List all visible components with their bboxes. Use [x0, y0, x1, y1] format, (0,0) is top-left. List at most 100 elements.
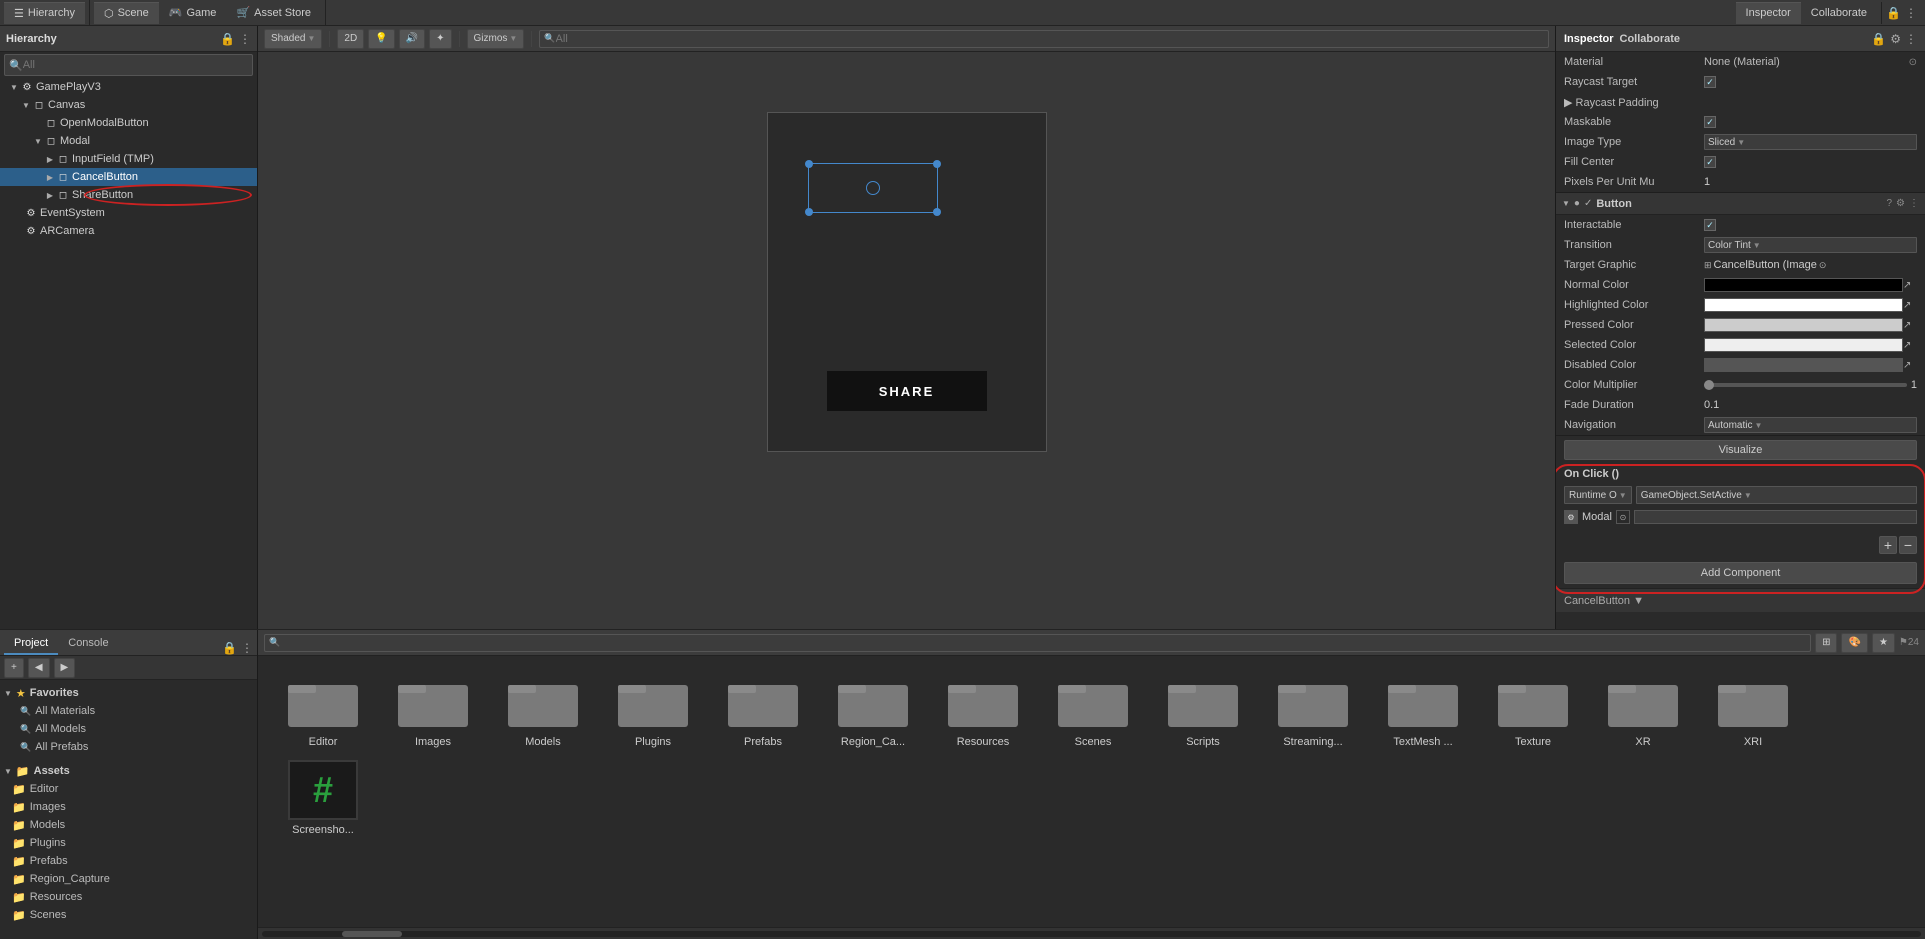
scene-search-input[interactable]	[556, 33, 1544, 45]
tree-item-openmodal[interactable]: ◻ OpenModalButton	[0, 114, 257, 132]
inspector-more[interactable]: ⋮	[1905, 32, 1917, 46]
fav-all-models[interactable]: 🔍 All Models	[0, 720, 257, 738]
fav-all-prefabs[interactable]: 🔍 All Prefabs	[0, 738, 257, 756]
hierarchy-search-bar[interactable]: 🔍	[4, 54, 253, 76]
favorites-header[interactable]: ▼ ★ Favorites	[0, 684, 257, 702]
handle-br[interactable]	[933, 208, 941, 216]
fill-center-checkbox[interactable]: ✓	[1704, 156, 1716, 168]
assets-prefabs[interactable]: 📁 Prefabs	[8, 852, 257, 870]
add-onclick-button[interactable]: +	[1879, 536, 1897, 554]
modal-target-dot[interactable]: ⊙	[1616, 510, 1630, 524]
tree-item-eventsystem[interactable]: ⚙ EventSystem	[0, 204, 257, 222]
collaborate-tab-label2[interactable]: Collaborate	[1620, 33, 1681, 45]
material-target-icon[interactable]: ⊙	[1909, 57, 1917, 68]
scene-viewport[interactable]: SHARE	[258, 52, 1555, 629]
highlighted-color-swatch[interactable]	[1704, 298, 1903, 312]
effects-button[interactable]: ✦	[429, 29, 451, 49]
bottom-lock[interactable]: 🔒	[222, 641, 237, 655]
handle-bl[interactable]	[805, 208, 813, 216]
gizmos-dropdown[interactable]: Gizmos ▼	[467, 29, 525, 49]
tab-collaborate[interactable]: Collaborate	[1801, 2, 1877, 24]
function-dropdown[interactable]: GameObject.SetActive ▼	[1636, 486, 1917, 504]
nav-back[interactable]: ◀	[28, 658, 50, 678]
pressed-color-swatch[interactable]	[1704, 318, 1903, 332]
boolean-field[interactable]	[1634, 510, 1917, 524]
handle-tr[interactable]	[933, 160, 941, 168]
scene-search[interactable]: 🔍	[539, 30, 1549, 48]
raycast-target-checkbox[interactable]: ✓	[1704, 76, 1716, 88]
more-options-button[interactable]: ⋮	[1905, 6, 1917, 20]
hierarchy-lock-button[interactable]: 🔒	[220, 32, 235, 46]
scrollbar-thumb[interactable]	[342, 931, 402, 937]
color-multiplier-thumb[interactable]	[1704, 380, 1714, 390]
asset-resources[interactable]: Resources	[928, 666, 1038, 754]
asset-filter1[interactable]: ⊞	[1815, 633, 1837, 653]
interactable-checkbox[interactable]: ✓	[1704, 219, 1716, 231]
tab-game[interactable]: 🎮 Game	[159, 2, 227, 24]
asset-xri[interactable]: XRI	[1698, 666, 1808, 754]
asset-plugins[interactable]: Plugins	[598, 666, 708, 754]
lights-button[interactable]: 💡	[368, 29, 394, 49]
asset-scenes[interactable]: Scenes	[1038, 666, 1148, 754]
target-graphic-dot[interactable]: ⊙	[1819, 260, 1827, 271]
add-component-button[interactable]: Add Component	[1564, 562, 1917, 584]
color-multiplier-slider[interactable]	[1704, 383, 1907, 387]
bottom-more[interactable]: ⋮	[241, 641, 253, 655]
asset-editor[interactable]: Editor	[268, 666, 378, 754]
2d-button[interactable]: 2D	[337, 29, 364, 49]
assets-plugins[interactable]: 📁 Plugins	[8, 834, 257, 852]
shaded-dropdown[interactable]: Shaded ▼	[264, 29, 322, 49]
asset-textmesh[interactable]: TextMesh ...	[1368, 666, 1478, 754]
console-tab[interactable]: Console	[58, 633, 118, 655]
remove-onclick-button[interactable]: −	[1899, 536, 1917, 554]
maskable-checkbox[interactable]: ✓	[1704, 116, 1716, 128]
add-asset-button[interactable]: +	[4, 658, 24, 678]
tree-item-cancelbutton[interactable]: ▶ ◻ CancelButton	[0, 168, 257, 186]
tree-item-inputfield[interactable]: ▶ ◻ InputField (TMP)	[0, 150, 257, 168]
hierarchy-more-button[interactable]: ⋮	[239, 32, 251, 46]
asset-texture[interactable]: Texture	[1478, 666, 1588, 754]
visualize-button[interactable]: Visualize	[1564, 440, 1917, 460]
nav-forward[interactable]: ▶	[54, 658, 76, 678]
image-type-dropdown[interactable]: Sliced ▼	[1704, 134, 1917, 150]
asset-models[interactable]: Models	[488, 666, 598, 754]
lock-button[interactable]: 🔒	[1886, 6, 1901, 20]
tab-asset-store[interactable]: 🛒 Asset Store	[226, 2, 321, 24]
asset-search-input[interactable]	[280, 637, 1806, 649]
inspector-tab-label[interactable]: Inspector	[1564, 33, 1614, 45]
tab-scene[interactable]: ⬡ Scene	[94, 2, 159, 24]
tree-item-modal[interactable]: ▼ ◻ Modal	[0, 132, 257, 150]
selected-color-expand[interactable]: ↗	[1903, 338, 1917, 352]
asset-region-ca[interactable]: Region_Ca...	[818, 666, 928, 754]
assets-images[interactable]: 📁 Images	[8, 798, 257, 816]
runtime-dropdown[interactable]: Runtime O ▼	[1564, 486, 1632, 504]
audio-button[interactable]: 🔊	[399, 29, 425, 49]
asset-screenshot[interactable]: # Screensho...	[268, 754, 378, 842]
asset-filter2[interactable]: 🎨	[1841, 633, 1867, 653]
asset-scripts[interactable]: Scripts	[1148, 666, 1258, 754]
disabled-color-expand[interactable]: ↗	[1903, 358, 1917, 372]
asset-xr[interactable]: XR	[1588, 666, 1698, 754]
inspector-settings[interactable]: ⚙	[1890, 32, 1901, 46]
button-more-icon[interactable]: ⋮	[1909, 198, 1919, 209]
asset-search-bar[interactable]: 🔍	[264, 634, 1811, 652]
asset-prefabs[interactable]: Prefabs	[708, 666, 818, 754]
button-settings-icon[interactable]: ⚙	[1896, 198, 1905, 209]
assets-scenes[interactable]: 📁 Scenes	[8, 906, 257, 924]
assets-region-capture[interactable]: 📁 Region_Capture	[8, 870, 257, 888]
asset-images[interactable]: Images	[378, 666, 488, 754]
assets-editor[interactable]: 📁 Editor	[8, 780, 257, 798]
handle-tl[interactable]	[805, 160, 813, 168]
center-handle[interactable]	[866, 181, 880, 195]
disabled-color-swatch[interactable]	[1704, 358, 1903, 372]
pressed-color-expand[interactable]: ↗	[1903, 318, 1917, 332]
asset-streaming[interactable]: Streaming...	[1258, 666, 1368, 754]
tree-item-arcamera[interactable]: ⚙ ARCamera	[0, 222, 257, 240]
bottom-scrollbar[interactable]	[258, 927, 1925, 939]
assets-header[interactable]: ▼ 📁 Assets	[0, 762, 257, 780]
tree-item-gameplayv3[interactable]: ▼ ⚙ GamePlayV3	[0, 78, 257, 96]
assets-models[interactable]: 📁 Models	[8, 816, 257, 834]
asset-star[interactable]: ★	[1872, 633, 1895, 653]
project-tab[interactable]: Project	[4, 633, 58, 655]
normal-color-swatch[interactable]	[1704, 278, 1903, 292]
